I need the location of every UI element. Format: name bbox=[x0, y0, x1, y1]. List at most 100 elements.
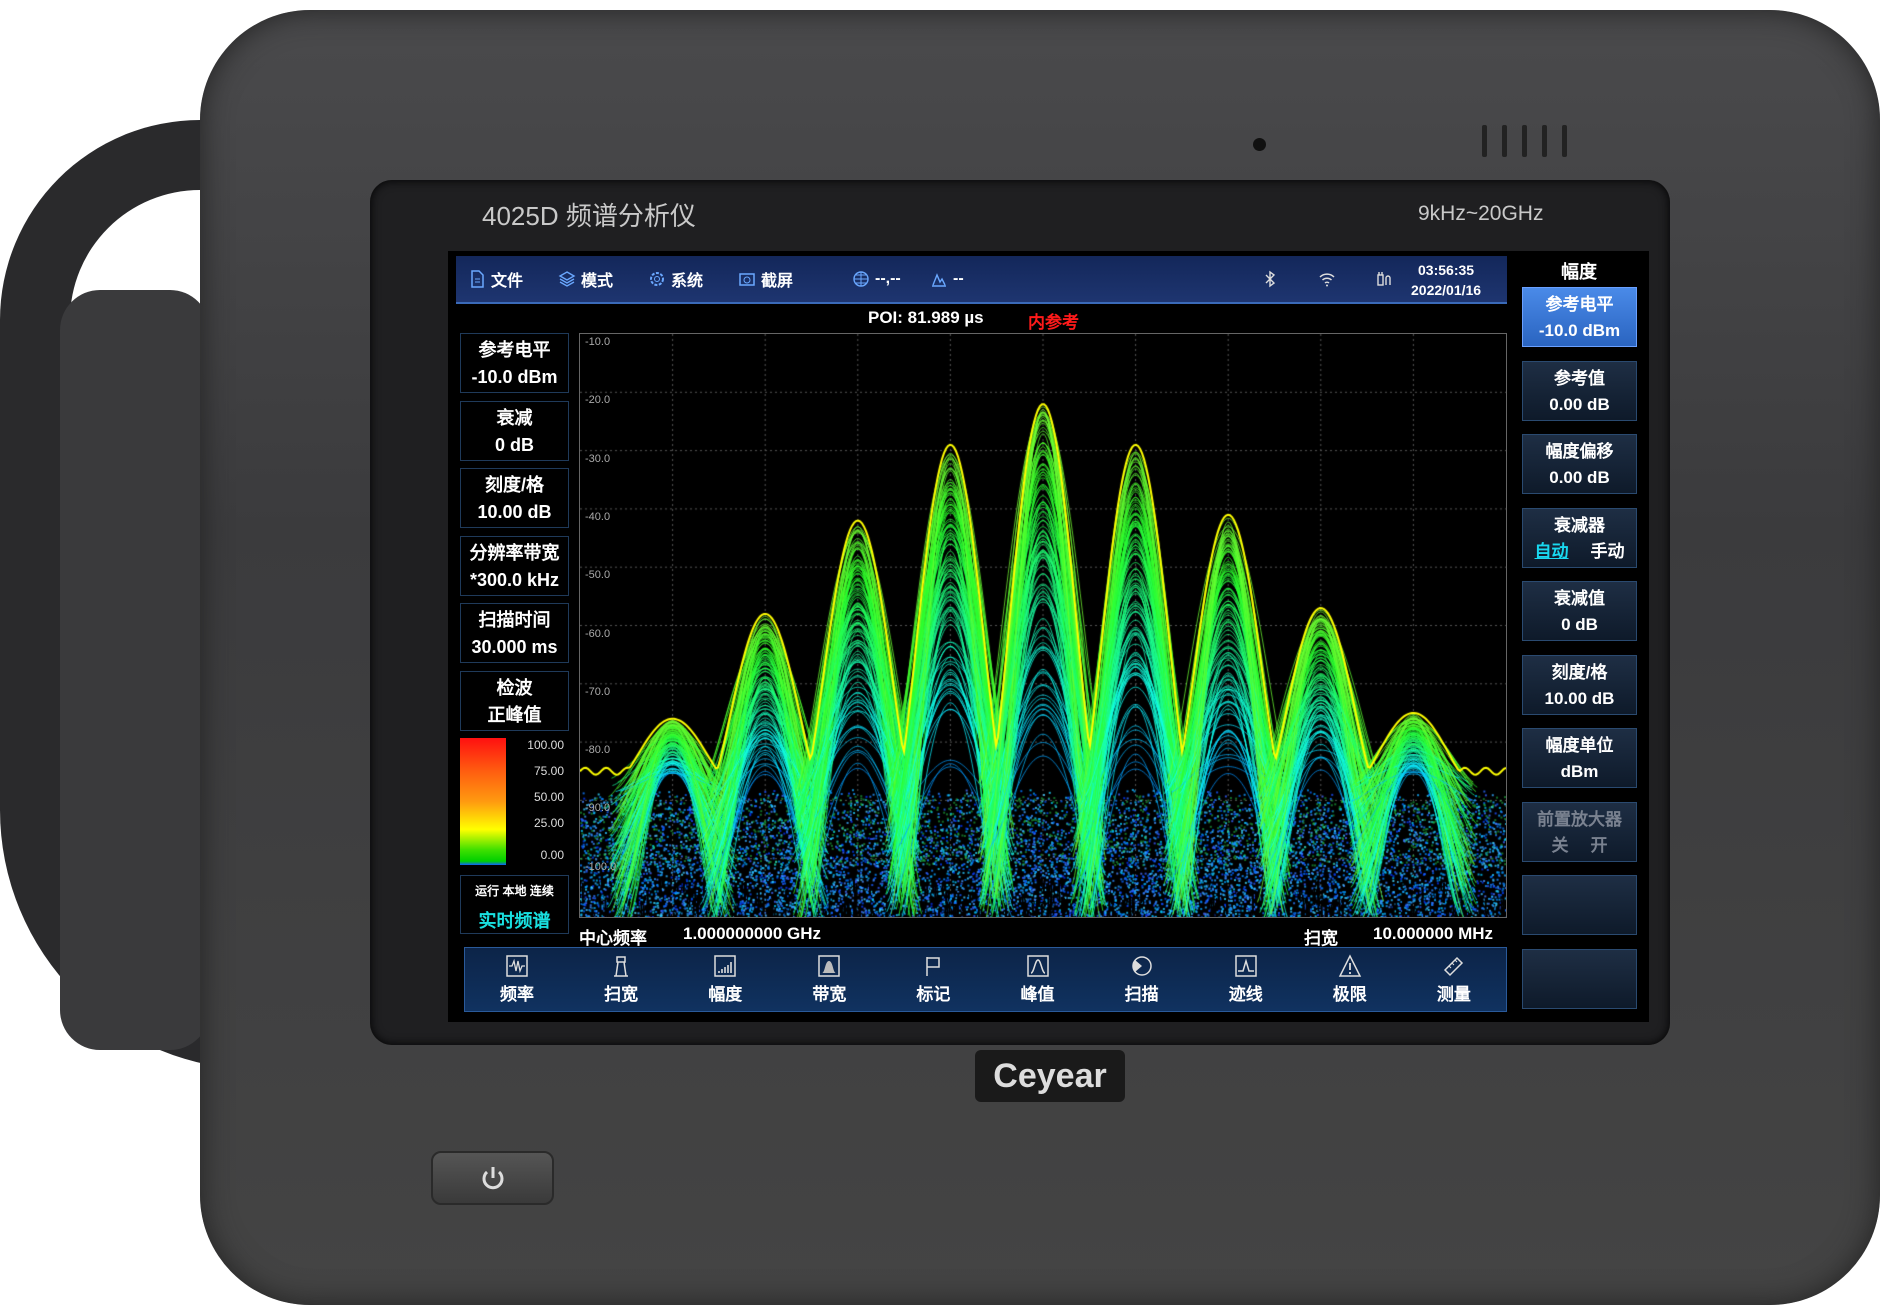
param-box[interactable]: 参考电平 -10.0 dBm bbox=[460, 333, 569, 393]
file-menu[interactable]: 文件 bbox=[468, 267, 523, 291]
param-value: 30.000 ms bbox=[471, 637, 558, 657]
spectrum-icon bbox=[932, 273, 946, 287]
center-frequency-label: 中心频率 bbox=[579, 929, 647, 948]
center-frequency-value[interactable]: 1.000000000 GHz bbox=[683, 924, 821, 944]
menu-10[interactable]: 测量 bbox=[1402, 948, 1506, 1011]
param-box[interactable]: 刻度/格 10.00 dB bbox=[460, 468, 569, 528]
gear-icon bbox=[650, 272, 664, 286]
menu-label: 频率 bbox=[500, 985, 535, 1004]
param-box[interactable]: 扫描时间 30.000 ms bbox=[460, 603, 569, 663]
reference-status: 内参考 bbox=[1028, 313, 1079, 332]
menu-6[interactable]: 峰值 bbox=[985, 948, 1089, 1011]
softkey-label: 幅度偏移 bbox=[1545, 442, 1614, 461]
param-label: 衰减 bbox=[496, 407, 533, 428]
span-value[interactable]: 10.000000 MHz bbox=[1373, 924, 1493, 944]
menu-5[interactable]: 标记 bbox=[881, 948, 985, 1011]
spectrum-plot[interactable]: -10.0 -20.0 -30.0 -40.0 -50.0 -60.0 -70.0 -80.0… bbox=[579, 333, 1507, 918]
softkey-3[interactable]: 幅度偏移 0.00 dB bbox=[1522, 434, 1637, 494]
menu-8[interactable]: 迹线 bbox=[1194, 948, 1298, 1011]
menu-1[interactable]: 频率 bbox=[465, 948, 569, 1011]
softkey-10[interactable] bbox=[1522, 948, 1637, 1009]
mode-label: 模式 bbox=[581, 273, 614, 290]
clock: 03:56:35 2022/01/16 bbox=[1411, 260, 1481, 300]
menu-2[interactable]: 扫宽 bbox=[569, 948, 673, 1011]
limit-warning-icon bbox=[1338, 954, 1362, 977]
param-box[interactable]: 检波 正峰值 bbox=[460, 670, 569, 731]
poi-readout: POI: 81.989 µs bbox=[868, 308, 984, 327]
y-tick-label: -90.0 bbox=[585, 802, 611, 815]
softkey-9[interactable] bbox=[1522, 875, 1637, 935]
option-2[interactable]: 开 bbox=[1591, 836, 1608, 855]
power-icon bbox=[482, 1167, 503, 1190]
param-value: 0 dB bbox=[494, 434, 534, 455]
param-value: 正峰值 bbox=[487, 704, 542, 725]
span-label: 扫宽 bbox=[1304, 929, 1338, 948]
menu-label: 带宽 bbox=[812, 985, 847, 1004]
system-label: 系统 bbox=[671, 273, 704, 290]
marker-flag-icon bbox=[926, 957, 941, 976]
softkey-7[interactable]: 幅度单位 dBm bbox=[1522, 728, 1637, 788]
trace-status-value: -- bbox=[953, 270, 964, 287]
file-icon bbox=[471, 270, 484, 288]
y-tick-label: -50.0 bbox=[585, 569, 611, 582]
y-tick-label: -60.0 bbox=[585, 627, 611, 640]
param-value: 10.00 dB bbox=[477, 502, 552, 522]
menu-7[interactable]: 扫描 bbox=[1090, 948, 1194, 1011]
color-scale-label: 50.00 bbox=[533, 790, 564, 804]
param-label: 刻度/格 bbox=[484, 475, 544, 495]
analysis-mode: 实时频谱 bbox=[478, 911, 551, 931]
softkey-options: 关开 bbox=[1523, 833, 1636, 859]
softkey-6[interactable]: 刻度/格 10.00 dB bbox=[1522, 654, 1637, 715]
power-button[interactable] bbox=[431, 1151, 554, 1205]
time: 03:56:35 bbox=[1418, 262, 1475, 278]
softkey-value: -10.0 dBm bbox=[1538, 321, 1621, 340]
param-label: 分辨率带宽 bbox=[469, 542, 560, 563]
menu-label: 测量 bbox=[1436, 985, 1471, 1004]
menu-label: 幅度 bbox=[708, 985, 743, 1004]
gps-status: --,-- bbox=[852, 270, 901, 288]
amplitude-icon bbox=[714, 955, 736, 977]
option-1[interactable]: 关 bbox=[1552, 836, 1569, 855]
usb-power-icon bbox=[1374, 270, 1392, 288]
trace-icon bbox=[1234, 955, 1257, 977]
mode-menu[interactable]: 模式 bbox=[558, 267, 613, 291]
option-2[interactable]: 手动 bbox=[1591, 542, 1625, 561]
softkey-label: 幅度单位 bbox=[1545, 736, 1614, 755]
menu-3[interactable]: 幅度 bbox=[673, 948, 777, 1011]
menu-4[interactable]: 带宽 bbox=[777, 948, 881, 1011]
date: 2022/01/16 bbox=[1411, 282, 1482, 298]
device-title: 4025D 频谱分析仪 bbox=[482, 201, 696, 231]
speaker-grill bbox=[1542, 125, 1547, 157]
param-box[interactable]: 分辨率带宽 *300.0 kHz bbox=[460, 535, 569, 596]
speaker-grill bbox=[1522, 125, 1527, 157]
param-label: 检波 bbox=[496, 677, 533, 698]
menu-label: 峰值 bbox=[1020, 985, 1055, 1004]
color-scale-label: 25.00 bbox=[533, 816, 564, 830]
system-menu[interactable]: 系统 bbox=[648, 267, 703, 291]
softkey-8[interactable]: 前置放大器关开 bbox=[1522, 801, 1637, 862]
softkey-1[interactable]: 参考电平 -10.0 dBm bbox=[1522, 287, 1637, 347]
option-1[interactable]: 自动 bbox=[1535, 542, 1569, 561]
screenshot-button[interactable]: 截屏 bbox=[738, 267, 793, 291]
softkey-5[interactable]: 衰减值 0 dB bbox=[1522, 581, 1637, 641]
y-tick-label: -70.0 bbox=[585, 685, 611, 698]
softkey-4[interactable]: 衰减器 自动 手动 bbox=[1522, 507, 1637, 568]
color-scale-label: 75.00 bbox=[533, 764, 564, 778]
softkey-2[interactable]: 参考值 0.00 dB bbox=[1522, 360, 1637, 421]
run-status-box[interactable]: 运行 本地 连续 实时频谱 bbox=[460, 875, 569, 934]
frequency-range: 9kHz~20GHz bbox=[1418, 202, 1544, 225]
softkey-value: 10.00 dB bbox=[1544, 688, 1615, 708]
trace-status: -- bbox=[930, 270, 964, 288]
menu-9[interactable]: 极限 bbox=[1298, 948, 1402, 1011]
sweep-icon bbox=[1131, 956, 1152, 976]
y-tick-label: -80.0 bbox=[585, 744, 611, 757]
menu-label: 扫宽 bbox=[604, 985, 639, 1004]
strap-grip bbox=[60, 290, 210, 1050]
y-tick-label: -10.0 bbox=[585, 336, 611, 348]
param-box[interactable]: 衰减 0 dB bbox=[460, 400, 569, 461]
softkey-label: 刻度/格 bbox=[1551, 662, 1608, 682]
brand-logo: Ceyear bbox=[975, 1050, 1125, 1102]
color-scale-label: 0.00 bbox=[540, 848, 564, 862]
layers-icon bbox=[558, 271, 576, 287]
param-value: -10.0 dBm bbox=[471, 367, 558, 387]
